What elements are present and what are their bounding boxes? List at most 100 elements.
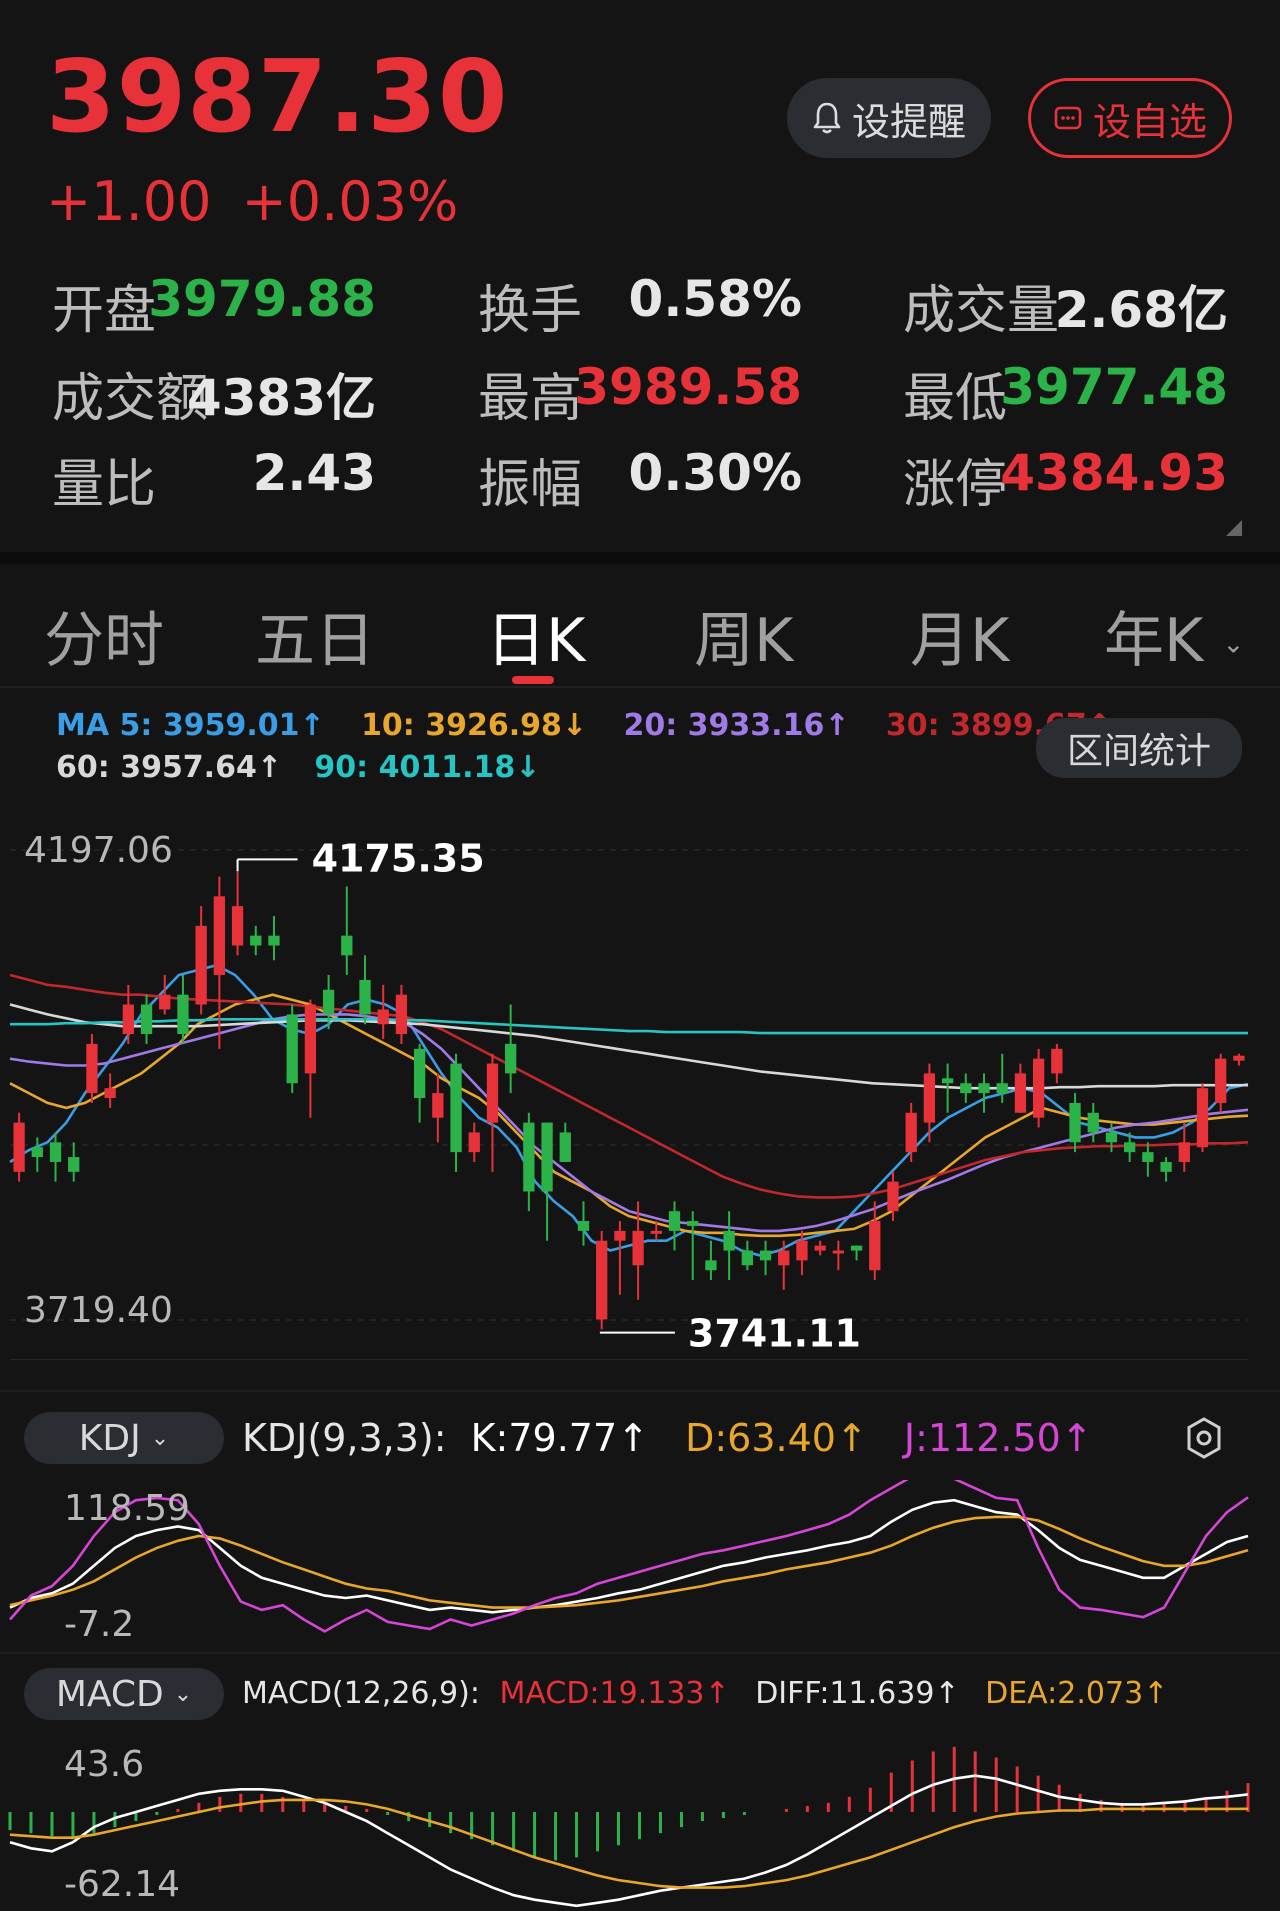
chevron-down-icon: ⌄ <box>150 1425 170 1451</box>
candle-body <box>1215 1058 1227 1103</box>
range-stats-button[interactable]: 区间统计 <box>1036 718 1242 778</box>
kdj-indicator-selector[interactable]: KDJ ⌄ <box>24 1412 224 1464</box>
candle-body <box>122 1004 134 1035</box>
ma-legend-row-2: 60: 3957.64↑ 90: 4011.18↓ <box>56 750 540 785</box>
expand-corner-icon[interactable] <box>1226 520 1242 536</box>
candle-body <box>650 1230 662 1234</box>
macd-value: MACD:19.133↑ <box>499 1676 730 1711</box>
kdj-j-line <box>9 1480 1249 1633</box>
stat-value: 3979.88 <box>148 270 376 328</box>
stat-label: 开盘 <box>52 281 157 341</box>
section-divider <box>0 1390 1280 1392</box>
candle-body <box>978 1083 990 1094</box>
candle-body <box>359 979 371 1015</box>
stat-label: 涨停 <box>903 455 1008 515</box>
candle-body <box>268 935 280 946</box>
stat-value: 3977.48 <box>1000 358 1228 416</box>
candle-body <box>832 1250 845 1254</box>
stat-label: 成交量 <box>903 281 1060 341</box>
stat-label: 最高 <box>478 369 583 429</box>
candle-body <box>104 1088 116 1099</box>
candle-body <box>723 1230 735 1251</box>
candle-body <box>596 1240 608 1320</box>
stat-label: 换手 <box>478 281 583 341</box>
candle-body <box>941 1078 954 1084</box>
stat-label: 振幅 <box>478 455 583 515</box>
candle-body <box>322 989 335 1015</box>
candle-body <box>68 1157 80 1172</box>
stat-value: 0.30% <box>628 444 802 502</box>
ma60-value: 60: 3957.64↑ <box>56 750 282 785</box>
candle-body <box>1160 1161 1172 1172</box>
set-alert-button[interactable]: 设提醒 <box>787 78 991 158</box>
candle-body <box>1069 1102 1081 1143</box>
candle-body <box>395 994 408 1035</box>
bell-icon <box>813 102 841 134</box>
gear-icon[interactable] <box>1184 1416 1224 1460</box>
macd-indicator-selector[interactable]: MACD ⌄ <box>24 1668 224 1720</box>
candle-body <box>432 1093 444 1118</box>
candle-body <box>814 1245 826 1251</box>
macd-dea-line <box>9 1798 1249 1889</box>
active-tab-indicator <box>512 676 554 684</box>
candle-body <box>1032 1058 1045 1118</box>
tab-separator <box>0 686 1280 688</box>
candle-body <box>195 925 207 1005</box>
candle-body <box>177 994 189 1035</box>
candle-body <box>159 994 171 1010</box>
stat-label: 量比 <box>52 455 157 515</box>
ma90-value: 90: 4011.18↓ <box>314 750 541 785</box>
candle-body <box>341 935 353 956</box>
ma60-line <box>9 1003 1248 1090</box>
macd-diff-value: DIFF:11.639↑ <box>755 1676 960 1711</box>
candle-body <box>505 1043 517 1074</box>
candle-body <box>468 1132 480 1153</box>
candle-body <box>905 1112 917 1153</box>
kdj-chart[interactable]: 118.59 -7.2 <box>0 1480 1280 1650</box>
kdj-params: KDJ(9,3,3): <box>242 1416 447 1460</box>
candle-body <box>996 1083 1008 1094</box>
tab-intraday[interactable]: 分时 <box>44 592 164 679</box>
candle-body <box>705 1260 717 1271</box>
candle-body <box>1196 1088 1209 1148</box>
tab-monthly-k[interactable]: 月K <box>910 592 1009 679</box>
candle-body <box>1051 1048 1063 1074</box>
add-watchlist-button[interactable]: 设自选 <box>1028 78 1232 158</box>
stat-value: 2.68亿 <box>1054 281 1228 339</box>
macd-params: MACD(12,26,9): <box>242 1676 480 1711</box>
candle-body <box>1087 1112 1099 1133</box>
kdj-d-value: D:63.40↑ <box>685 1416 868 1460</box>
period-tabs: 分时 五日 日K 周K 月K 年K ⌄ <box>0 564 1280 684</box>
kdj-readout: KDJ(9,3,3): K:79.77↑ D:63.40↑ J:112.50↑ <box>242 1416 1093 1460</box>
candle-body <box>559 1132 571 1162</box>
macd-dea-value: DEA:2.073↑ <box>985 1676 1169 1711</box>
candle-body <box>213 896 226 976</box>
stat-value: 4384.93 <box>1000 444 1228 502</box>
candle-body <box>1124 1142 1136 1153</box>
candle-body <box>759 1250 772 1261</box>
candle-body <box>850 1245 863 1251</box>
change-value: +1.00 <box>46 170 212 233</box>
candle-body <box>1142 1152 1154 1162</box>
ma5-value: MA 5: 3959.01↑ <box>56 708 325 743</box>
macd-y-max-label: 43.6 <box>64 1744 144 1785</box>
kline-chart[interactable]: 4197.06 3719.40 4175.35 3741.11 <box>0 800 1280 1360</box>
y-axis-min-label: 3719.40 <box>24 1290 173 1331</box>
tab-five-day[interactable]: 五日 <box>255 592 375 679</box>
macd-selector-label: MACD <box>55 1673 164 1715</box>
candle-body <box>377 1009 389 1025</box>
ma20-value: 20: 3933.16↑ <box>623 708 850 743</box>
change-percent: +0.03% <box>241 170 459 233</box>
kdj-selector-label: KDJ <box>78 1417 141 1459</box>
macd-readout: MACD(12,26,9): MACD:19.133↑ DIFF:11.639↑… <box>242 1676 1168 1711</box>
candle-body <box>286 1014 298 1084</box>
tab-yearly-k[interactable]: 年K ⌄ <box>1104 592 1244 679</box>
tab-weekly-k[interactable]: 周K <box>694 592 793 679</box>
candle-body <box>1014 1073 1027 1113</box>
candle-body <box>614 1230 626 1241</box>
section-divider <box>0 1652 1280 1654</box>
stat-label: 最低 <box>903 369 1008 429</box>
set-alert-label: 设提醒 <box>851 99 966 144</box>
macd-chart[interactable]: 43.6 -62.14 <box>0 1736 1280 1911</box>
tab-daily-k[interactable]: 日K <box>486 592 585 679</box>
